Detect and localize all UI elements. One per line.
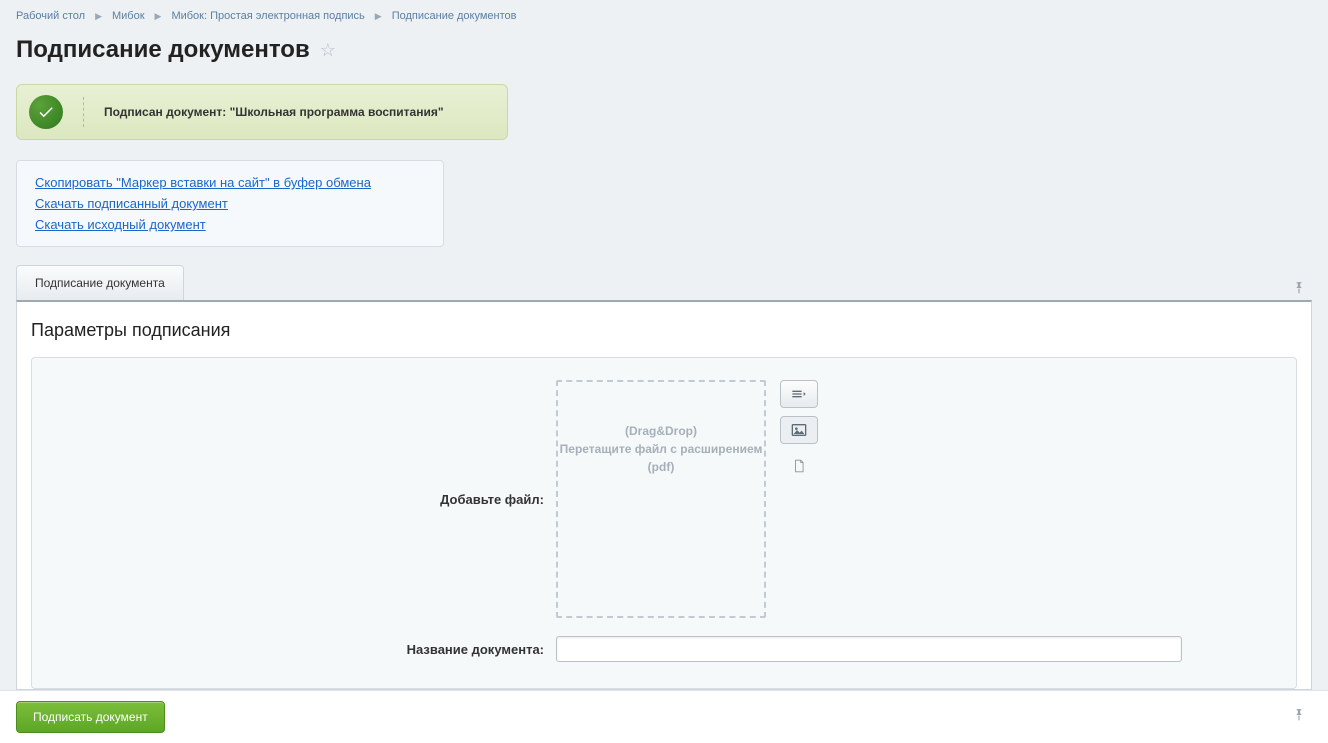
pin-icon[interactable] <box>1292 708 1312 727</box>
file-dropzone[interactable]: (Drag&Drop) Перетащите файл с расширение… <box>556 380 766 618</box>
dropzone-line2: Перетащите файл с расширением (pdf) <box>558 440 764 476</box>
breadcrumb: Рабочий стол ▶ Мибок ▶ Мибок: Простая эл… <box>16 8 1312 30</box>
sign-document-button[interactable]: Подписать документ <box>16 701 165 733</box>
page-title: Подписание документов <box>16 36 310 64</box>
dropzone-line1: (Drag&Drop) <box>558 422 764 440</box>
action-links-box: Скопировать "Маркер вставки на сайт" в б… <box>16 160 444 247</box>
image-button[interactable] <box>780 416 818 444</box>
chevron-right-icon: ▶ <box>95 11 102 22</box>
breadcrumb-item-signature[interactable]: Мибок: Простая электронная подпись <box>171 10 364 22</box>
success-text: Подписан документ: "Школьная программа в… <box>104 105 444 119</box>
check-circle-icon <box>29 95 63 129</box>
tab-signing[interactable]: Подписание документа <box>16 265 184 300</box>
success-message: Подписан документ: "Школьная программа в… <box>16 84 508 140</box>
link-download-source[interactable]: Скачать исходный документ <box>35 217 425 232</box>
footer-bar: Подписать документ <box>0 690 1328 743</box>
breadcrumb-item-desktop[interactable]: Рабочий стол <box>16 10 85 22</box>
favorite-star-icon[interactable]: ☆ <box>320 40 336 61</box>
label-add-file: Добавьте файл: <box>50 492 556 507</box>
pin-icon[interactable] <box>1292 281 1312 300</box>
signing-panel: Параметры подписания Добавьте файл: (Dra… <box>16 300 1312 690</box>
doc-name-input[interactable] <box>556 636 1182 662</box>
link-copy-marker[interactable]: Скопировать "Маркер вставки на сайт" в б… <box>35 175 425 190</box>
chevron-right-icon: ▶ <box>375 11 382 22</box>
menu-button[interactable] <box>780 380 818 408</box>
section-title: Параметры подписания <box>31 320 1297 341</box>
breadcrumb-item-mibok[interactable]: Мибок <box>112 10 145 22</box>
label-doc-name: Название документа: <box>50 642 556 657</box>
link-download-signed[interactable]: Скачать подписанный документ <box>35 196 425 211</box>
form-area: Добавьте файл: (Drag&Drop) Перетащите фа… <box>31 357 1297 689</box>
chevron-right-icon: ▶ <box>155 11 162 22</box>
breadcrumb-item-signing[interactable]: Подписание документов <box>392 10 517 22</box>
file-icon <box>780 452 818 480</box>
